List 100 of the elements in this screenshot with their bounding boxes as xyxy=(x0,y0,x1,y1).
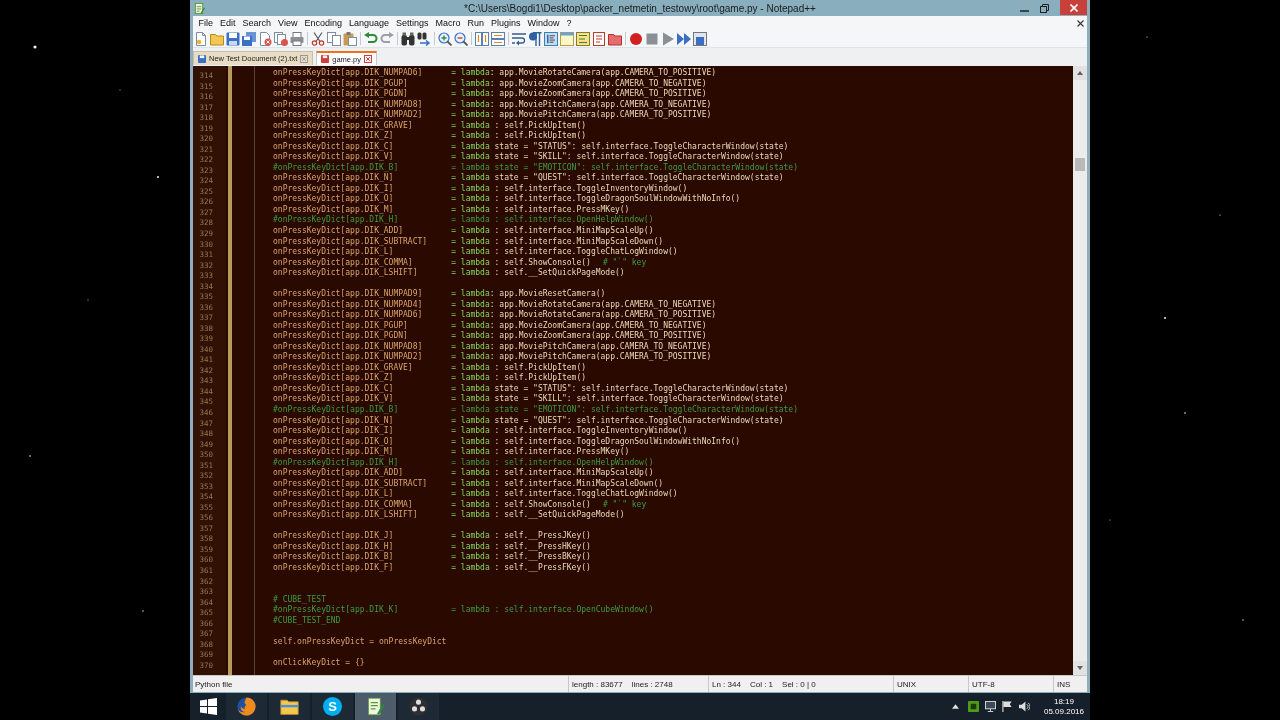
taskbar-button[interactable] xyxy=(269,693,310,720)
taskbar-button[interactable] xyxy=(398,693,439,720)
clipboard-icon[interactable] xyxy=(343,31,357,46)
code-line: onPressKeyDict[app.DIK_M] = lambda : self.interface.PressMKey() xyxy=(273,204,630,215)
menu-item[interactable]: Window xyxy=(524,17,564,29)
code-line: onPressKeyDict[app.DIK_H] = lambda : self.__PressHKey() xyxy=(273,541,591,552)
menu-item[interactable]: Settings xyxy=(392,17,433,29)
code-line: onPressKeyDict[app.DIK_COMMA] = lambda : self.ShowConsole() # "`" key xyxy=(273,257,647,268)
status-text: INS xyxy=(1057,679,1071,689)
play-icon[interactable] xyxy=(661,31,675,46)
status-text: Ln : 344 xyxy=(712,679,741,689)
code-line: onPressKeyDict[app.DIK_NUMPAD9] = lambda: app.MovieResetCamera() xyxy=(273,289,606,300)
code-line: self.onPressKeyDict = onPressKeyDict xyxy=(273,636,447,648)
find-replace-icon[interactable] xyxy=(417,31,431,46)
speaker-icon[interactable] xyxy=(1018,701,1030,712)
function-list-icon[interactable] xyxy=(592,31,606,46)
page-close-icon[interactable] xyxy=(258,31,272,46)
zoom-in-icon[interactable] xyxy=(438,31,452,46)
code-line: onPressKeyDict[app.DIK_PGUP] = lambda: app.MovieZoomCamera(app.CAMERA_TO_NEGATIVE) xyxy=(273,320,707,331)
s-logo-icon: S xyxy=(323,697,342,716)
code-line: onPressKeyDict[app.DIK_O] = lambda : self.interface.ToggleDragonSoulWindowWithNoInfo() xyxy=(273,436,741,447)
code-line: onPressKeyDict[app.DIK_N] = lambda state = "QUEST": self.interface.ToggleCharacterWindow(state) xyxy=(273,173,784,184)
taskbar-button[interactable] xyxy=(355,693,396,720)
copy-icon[interactable] xyxy=(327,31,341,46)
word-wrap-icon[interactable] xyxy=(512,31,526,46)
folder-icon[interactable] xyxy=(608,31,622,46)
stacked-panes-icon[interactable] xyxy=(491,31,505,46)
pages-close-icon[interactable] xyxy=(274,31,288,46)
close-button[interactable] xyxy=(1060,0,1087,15)
menu-item[interactable]: Edit xyxy=(216,17,240,29)
stop-icon[interactable] xyxy=(645,31,659,46)
code-line: onPressKeyDict[app.DIK_NUMPAD2] = lambda: app.MoviePitchCamera(app.CAMERA_TO_POSITIVE) xyxy=(273,352,712,363)
menu-item[interactable]: Language xyxy=(345,17,393,29)
vertical-scrollbar[interactable] xyxy=(1073,66,1087,675)
floppy-disks-icon[interactable] xyxy=(242,31,256,46)
start-icon[interactable] xyxy=(199,698,217,715)
comment-line: # CUBE_TEST xyxy=(273,594,326,605)
side-by-side-panes-icon[interactable] xyxy=(475,31,489,46)
status-text: UNIX xyxy=(897,679,917,689)
code-line: onPressKeyDict[app.DIK_M] = lambda : self.interface.PressMKey() xyxy=(273,447,630,458)
indent-guide-icon[interactable] xyxy=(544,31,558,46)
menu-item[interactable]: File xyxy=(195,17,217,29)
code-line: onClickKeyDict = {} xyxy=(273,657,365,669)
code-line: onPressKeyDict[app.DIK_J] = lambda : self.__PressJKey() xyxy=(273,531,591,542)
fast-forward-icon[interactable] xyxy=(677,31,691,46)
menu-item[interactable]: Encoding xyxy=(300,17,346,29)
three-dot-logo-icon xyxy=(409,697,428,716)
code-line: onPressKeyDict[app.DIK_F] = lambda : self.__PressFKey() xyxy=(273,562,591,574)
code-line: onPressKeyDict[app.DIK_ADD] = lambda : self.interface.MiniMapScaleUp() xyxy=(273,225,654,237)
scrollbar-thumb[interactable] xyxy=(1075,158,1085,171)
code-line: onPressKeyDict[app.DIK_SUBTRACT] = lambda : self.interface.MiniMapScaleDown() xyxy=(273,236,664,247)
code-line: onPressKeyDict[app.DIK_ADD] = lambda : self.interface.MiniMapScaleUp() xyxy=(273,468,654,479)
close-icon[interactable] xyxy=(1077,19,1084,27)
clock-time[interactable]: 18:19 xyxy=(1053,696,1074,707)
scissors-icon[interactable] xyxy=(311,31,325,46)
comment-line: #onPressKeyDict[app.DIK_H] = lambda : self.interface.OpenHelpWindow() xyxy=(273,457,654,468)
taskbar-button[interactable] xyxy=(226,693,267,720)
code-line: onPressKeyDict[app.DIK_PGDN] = lambda: app.MovieZoomCamera(app.CAMERA_TO_POSITIVE) xyxy=(273,89,707,100)
comment-line: #onPressKeyDict[app.DIK_K] = lambda : self.interface.OpenCubeWindow() xyxy=(273,605,654,616)
network-icon[interactable] xyxy=(984,701,996,712)
binoculars-icon[interactable] xyxy=(401,31,415,46)
code-line: onPressKeyDict[app.DIK_NUMPAD4] = lambda: app.MovieRotateCamera(app.CAMERA_TO_NEGATIVE) xyxy=(273,299,717,310)
menu-item[interactable]: Run xyxy=(464,17,488,29)
code-line: onPressKeyDict[app.DIK_O] = lambda : self.interface.ToggleDragonSoulWindowWithNoInfo() xyxy=(273,194,741,205)
code-line: onPressKeyDict[app.DIK_NUMPAD8] = lambda: app.MoviePitchCamera(app.CAMERA_TO_NEGATIVE) xyxy=(273,341,712,352)
code-line: onPressKeyDict[app.DIK_Z] = lambda : self.PickUpItem() xyxy=(273,373,587,384)
zoom-out-icon[interactable] xyxy=(454,31,468,46)
flag-icon[interactable] xyxy=(1001,701,1013,712)
save-macro-icon[interactable] xyxy=(693,31,707,46)
menu-item[interactable]: Plugins xyxy=(487,17,525,29)
code-line: onPressKeyDict[app.DIK_LSHIFT] = lambda : self.__SetQuickPageMode() xyxy=(273,268,625,279)
menu-item[interactable]: Search xyxy=(239,17,275,29)
code-line: onPressKeyDict[app.DIK_PGUP] = lambda: app.MovieZoomCamera(app.CAMERA_TO_NEGATIVE) xyxy=(273,78,707,89)
status-text: lines : 2748 xyxy=(631,679,673,689)
code-line: onPressKeyDict[app.DIK_V] = lambda state = "SKILL": self.interface.ToggleCharacterWindow(state) xyxy=(273,394,784,405)
notepad-icon xyxy=(366,697,385,716)
document-map-icon[interactable] xyxy=(576,31,590,46)
dialog-window-icon[interactable] xyxy=(560,31,574,46)
code-line: onPressKeyDict[app.DIK_V] = lambda state = "SKILL": self.interface.ToggleCharacterWindow(state) xyxy=(273,152,784,163)
chip-icon[interactable] xyxy=(967,701,979,712)
restore-icon[interactable] xyxy=(1040,3,1049,13)
pilcrow-icon[interactable] xyxy=(528,31,542,46)
comment-line: #onPressKeyDict[app.DIK_B] = lambda state = "EMOTICON": self.interface.ToggleCharacterWindow(state) xyxy=(273,405,798,416)
comment-line: #CUBE_TEST_END xyxy=(273,615,341,627)
folder-icon[interactable] xyxy=(210,31,224,46)
comment-line: #onPressKeyDict[app.DIK_B] = lambda state = "EMOTICON": self.interface.ToggleCharacterWindow(state) xyxy=(273,162,798,173)
code-line: onPressKeyDict[app.DIK_I] = lambda : self.interface.ToggleInventoryWindow() xyxy=(273,426,688,437)
record-icon[interactable] xyxy=(629,31,643,46)
blank-page-icon[interactable] xyxy=(194,31,208,46)
clock-date[interactable]: 05.09.2016 xyxy=(1043,706,1084,717)
menu-item[interactable]: View xyxy=(274,17,301,29)
comment-line: #onPressKeyDict[app.DIK_H] = lambda : self.interface.OpenHelpWindow() xyxy=(273,215,654,226)
code-line: onPressKeyDict[app.DIK_GRAVE] = lambda : self.PickUpItem() xyxy=(273,120,587,131)
code-line: onPressKeyDict[app.DIK_NUMPAD2] = lambda: app.MoviePitchCamera(app.CAMERA_TO_POSITIVE) xyxy=(273,110,712,121)
code-line: onPressKeyDict[app.DIK_C] = lambda state = "STATUS": self.interface.ToggleCharacterWindow(state) xyxy=(273,383,789,394)
undo-arrow-icon[interactable] xyxy=(364,31,378,46)
printer-icon[interactable] xyxy=(290,31,304,46)
chevron-up-icon[interactable] xyxy=(951,704,959,709)
menu-item[interactable]: ? xyxy=(563,17,576,29)
menu-item[interactable]: Macro xyxy=(432,17,465,29)
